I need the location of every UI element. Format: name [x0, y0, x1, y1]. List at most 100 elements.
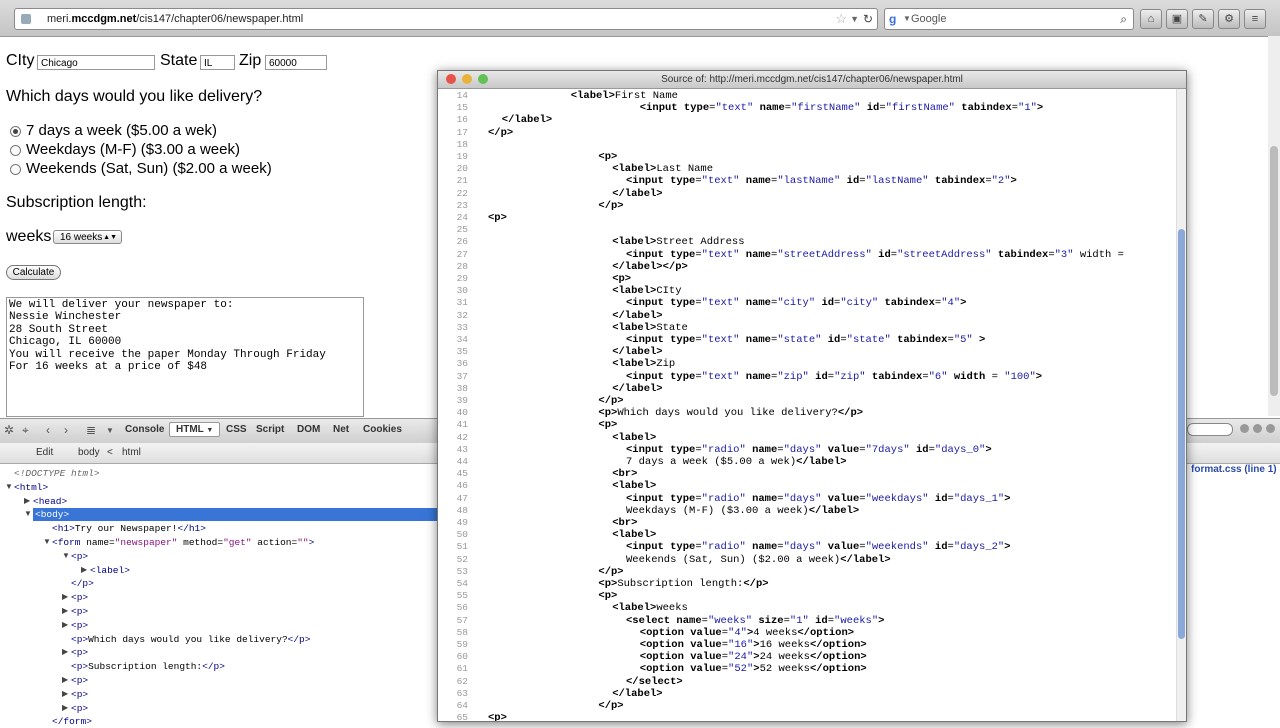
tree-node[interactable]: <p>	[71, 619, 88, 632]
source-line: <input type="text" name="firstName" id="…	[639, 102, 1044, 115]
view-source-window: Source of: http://meri.mccdgm.net/cis147…	[437, 70, 1187, 722]
firebug-bug-icon[interactable]: ✲	[4, 423, 14, 437]
tab-css[interactable]: CSS	[226, 424, 247, 435]
source-line: <label>weeks	[612, 602, 688, 615]
line-number: 32	[456, 309, 468, 321]
expand-twisty-icon[interactable]: ▶	[62, 620, 68, 629]
addon-button[interactable]: ✎	[1192, 9, 1214, 29]
css-file-link[interactable]: format.css (line 1)	[1191, 464, 1277, 475]
tab-net[interactable]: Net	[333, 424, 349, 435]
expand-twisty-icon[interactable]: ▶	[62, 592, 68, 601]
expand-twisty-icon[interactable]: ▶	[62, 689, 68, 698]
collapse-twisty-icon[interactable]: ▼	[62, 551, 70, 560]
tab-script[interactable]: Script	[256, 424, 284, 435]
bookmark-star-icon[interactable]: ☆	[835, 9, 847, 29]
list-icon[interactable]: ≣	[86, 423, 96, 437]
collapse-twisty-icon[interactable]: ▼	[24, 509, 32, 518]
address-bar[interactable]: meri.mccdgm.net/cis147/chapter06/newspap…	[14, 8, 878, 30]
line-number: 16	[456, 114, 468, 126]
window-minimize-icon[interactable]	[462, 74, 472, 84]
source-line: <option value="4">4 weeks</option>	[639, 626, 855, 639]
inspect-icon[interactable]: ⌖	[22, 423, 29, 438]
line-number: 15	[456, 102, 468, 114]
page-scrollbar-thumb[interactable]	[1270, 146, 1278, 396]
menu-button[interactable]: ≡	[1244, 9, 1266, 29]
firebug-search-input[interactable]	[1187, 423, 1233, 436]
source-scrollbar[interactable]	[1176, 89, 1186, 721]
tree-node[interactable]: <p>	[71, 605, 88, 618]
tree-node[interactable]: </form>	[52, 715, 92, 728]
tree-node[interactable]: <p>Which days would you like delivery?</…	[71, 633, 310, 646]
weeks-select[interactable]: 16 weeks ▲▼	[53, 230, 122, 244]
expand-twisty-icon[interactable]: ▶	[62, 703, 68, 712]
source-line: Weekdays (M-F) ($3.00 a week)</label>	[626, 504, 860, 517]
minimize-icon[interactable]	[1240, 424, 1249, 433]
zip-input[interactable]: 60000	[265, 55, 327, 70]
line-number: 57	[456, 614, 468, 626]
forward-arrow-icon[interactable]: ›	[64, 423, 68, 437]
history-dropdown-icon[interactable]: ▼	[850, 9, 859, 29]
radio-weekdays[interactable]	[10, 145, 21, 156]
source-line: <select name="weeks" size="1" id="weeks"…	[626, 614, 885, 627]
collapse-twisty-icon[interactable]: ▼	[5, 482, 13, 491]
home-button[interactable]: ⌂	[1140, 9, 1162, 29]
expand-twisty-icon[interactable]: ▶	[62, 647, 68, 656]
html-tree-panel[interactable]: <!DOCTYPE html> ▼ <html> ▶ <head> ▼ <body> <h1>…	[0, 464, 439, 727]
tab-html[interactable]: HTML ▼	[169, 422, 221, 437]
source-line: <input type="text" name="streetAddress" …	[626, 248, 1124, 261]
firebug-button[interactable]: ▣	[1166, 9, 1188, 29]
dropdown-icon[interactable]: ▼	[106, 426, 114, 435]
back-arrow-icon[interactable]: ‹	[46, 423, 50, 437]
close-icon[interactable]	[1266, 424, 1275, 433]
source-line: <label>	[612, 480, 657, 493]
source-line: <label>CIty	[612, 285, 682, 298]
source-line: </p>	[598, 199, 624, 212]
tree-node[interactable]: <p>	[71, 702, 88, 715]
output-textarea[interactable]: We will deliver your newspaper to: Nessie…	[6, 297, 364, 417]
breadcrumb-html[interactable]: html	[122, 447, 141, 458]
radio-weekends[interactable]	[10, 164, 21, 175]
tab-cookies[interactable]: Cookies	[363, 424, 402, 435]
tree-node[interactable]: <p>	[71, 688, 88, 701]
search-engine-dropdown-icon[interactable]: ▼	[903, 9, 911, 29]
tree-node[interactable]: <!DOCTYPE html>	[14, 467, 100, 480]
source-line: <p>Which days would you like delivery?</…	[598, 407, 864, 420]
tab-html-label: HTML	[176, 424, 204, 435]
tree-node[interactable]: <p>	[71, 550, 88, 563]
city-input[interactable]: Chicago	[37, 55, 155, 70]
expand-twisty-icon[interactable]: ▶	[81, 565, 87, 574]
tools-button[interactable]: ⚙	[1218, 9, 1240, 29]
detach-icon[interactable]	[1253, 424, 1262, 433]
window-zoom-icon[interactable]	[478, 74, 488, 84]
line-number: 25	[456, 224, 468, 236]
search-icon[interactable]: ⌕	[1120, 9, 1127, 29]
window-close-icon[interactable]	[446, 74, 456, 84]
tree-node[interactable]: <form name="newspaper" method="get" acti…	[52, 536, 314, 549]
source-scrollbar-thumb[interactable]	[1178, 229, 1185, 639]
breadcrumb-body[interactable]: body	[78, 447, 100, 458]
tree-node[interactable]: <html>	[14, 481, 48, 494]
tree-node[interactable]: <label>	[90, 564, 130, 577]
expand-twisty-icon[interactable]: ▶	[62, 675, 68, 684]
tree-node-selected[interactable]: <body>	[33, 508, 439, 522]
tree-node[interactable]: <p>	[71, 674, 88, 687]
tab-console[interactable]: Console	[125, 424, 164, 435]
tree-node[interactable]: <p>	[71, 591, 88, 604]
tree-node[interactable]: <p>	[71, 646, 88, 659]
tree-node[interactable]: <p>Subscription length:</p>	[71, 660, 225, 673]
page-scrollbar[interactable]	[1268, 36, 1280, 416]
source-line: <p>	[598, 590, 618, 603]
calculate-button[interactable]: Calculate	[6, 265, 61, 280]
tree-node[interactable]: <h1>Try our Newspaper!</h1>	[52, 522, 206, 535]
expand-twisty-icon[interactable]: ▶	[24, 496, 30, 505]
tab-dom[interactable]: DOM	[297, 424, 320, 435]
search-bar[interactable]: g ▼ Google ⌕	[884, 8, 1134, 30]
edit-button[interactable]: Edit	[36, 447, 53, 458]
radio-7days[interactable]	[10, 126, 21, 137]
expand-twisty-icon[interactable]: ▶	[62, 606, 68, 615]
reload-icon[interactable]: ↻	[863, 9, 873, 29]
collapse-twisty-icon[interactable]: ▼	[43, 537, 51, 546]
state-input[interactable]: IL	[200, 55, 235, 70]
tree-node[interactable]: </p>	[71, 577, 94, 590]
tree-node[interactable]: <head>	[33, 495, 67, 508]
